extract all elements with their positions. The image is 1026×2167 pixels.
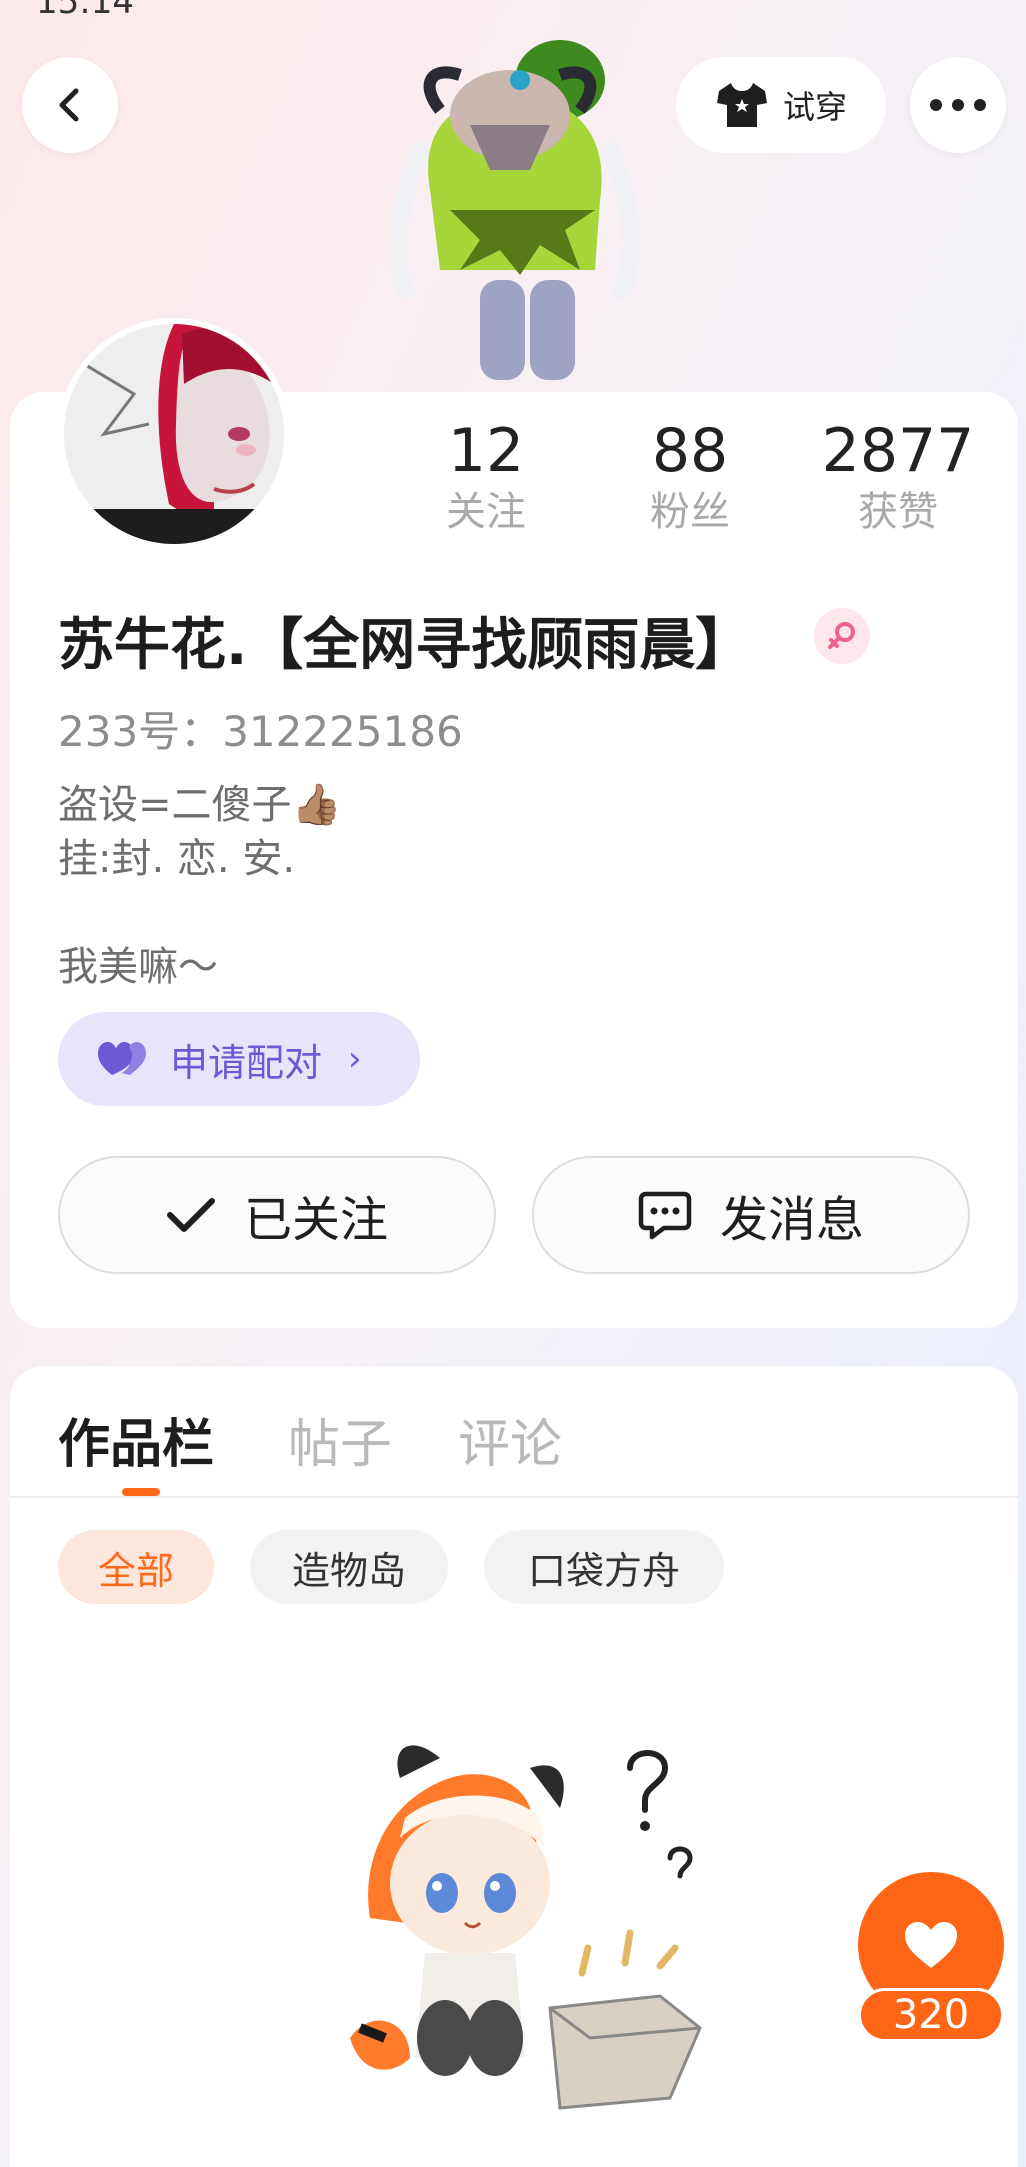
stat-following[interactable]: 12 关注 [396, 418, 576, 540]
tabs-divider [10, 1496, 1018, 1498]
fans-label: 粉丝 [650, 489, 730, 535]
chat-bubble-icon [638, 1191, 692, 1240]
request-pair-button[interactable]: 申请配对 › [58, 1012, 420, 1106]
try-on-label: 试穿 [782, 88, 847, 126]
tab-active-indicator [122, 1488, 160, 1496]
send-message-button[interactable]: 发消息 [532, 1156, 970, 1274]
stat-likes: 2877 获赞 [808, 418, 988, 540]
female-icon [828, 622, 855, 649]
back-button[interactable] [22, 57, 118, 153]
bio-line-3: 我美嘛～ [58, 944, 218, 990]
more-dots-icon [930, 99, 986, 111]
shirt-icon [716, 83, 767, 127]
avatar-figure-image [388, 40, 641, 380]
more-button[interactable] [910, 57, 1006, 153]
following-count: 12 [447, 416, 525, 486]
tab-works[interactable]: 作品栏 [58, 1402, 214, 1477]
followed-button[interactable]: 已关注 [58, 1156, 496, 1274]
filter-chip-creation-island[interactable]: 造物岛 [250, 1530, 448, 1604]
tab-posts[interactable]: 帖子 [288, 1402, 392, 1477]
fans-count: 88 [651, 416, 729, 486]
likes-label: 获赞 [858, 489, 938, 535]
gender-badge [814, 608, 870, 664]
status-time: 15:14 [36, 0, 134, 22]
chevron-right-icon: › [348, 1039, 362, 1079]
check-icon [166, 1198, 215, 1232]
double-heart-icon [98, 1042, 146, 1075]
following-label: 关注 [446, 489, 526, 535]
user-nickname: 苏牛花.【全网寻找顾雨晨】 [58, 613, 752, 678]
bio-line-1: 盗设=二傻子👍🏽 [58, 782, 342, 828]
status-bar: 15:14 [0, 0, 1026, 22]
avatar-portrait-image [64, 324, 284, 544]
chevron-left-icon [59, 88, 79, 122]
tab-comments[interactable]: 评论 [458, 1402, 562, 1477]
filter-chip-all[interactable]: 全部 [58, 1530, 214, 1604]
bio-line-2: 挂:封. 恋. 安. [58, 836, 296, 882]
stat-fans[interactable]: 88 粉丝 [600, 418, 780, 540]
try-on-button[interactable]: 试穿 [676, 57, 886, 153]
heart-icon [905, 1922, 957, 1968]
user-avatar[interactable] [58, 318, 290, 550]
user-id: 233号：312225186 [58, 707, 463, 756]
filter-chip-pocket-ark[interactable]: 口袋方舟 [484, 1530, 724, 1604]
likes-count: 2877 [821, 416, 975, 486]
like-count-badge: 320 [858, 1988, 1004, 2042]
followed-label: 已关注 [243, 1192, 388, 1248]
request-pair-label: 申请配对 [170, 1040, 323, 1085]
send-message-label: 发消息 [719, 1192, 864, 1248]
empty-state-illustration [350, 1745, 702, 2110]
